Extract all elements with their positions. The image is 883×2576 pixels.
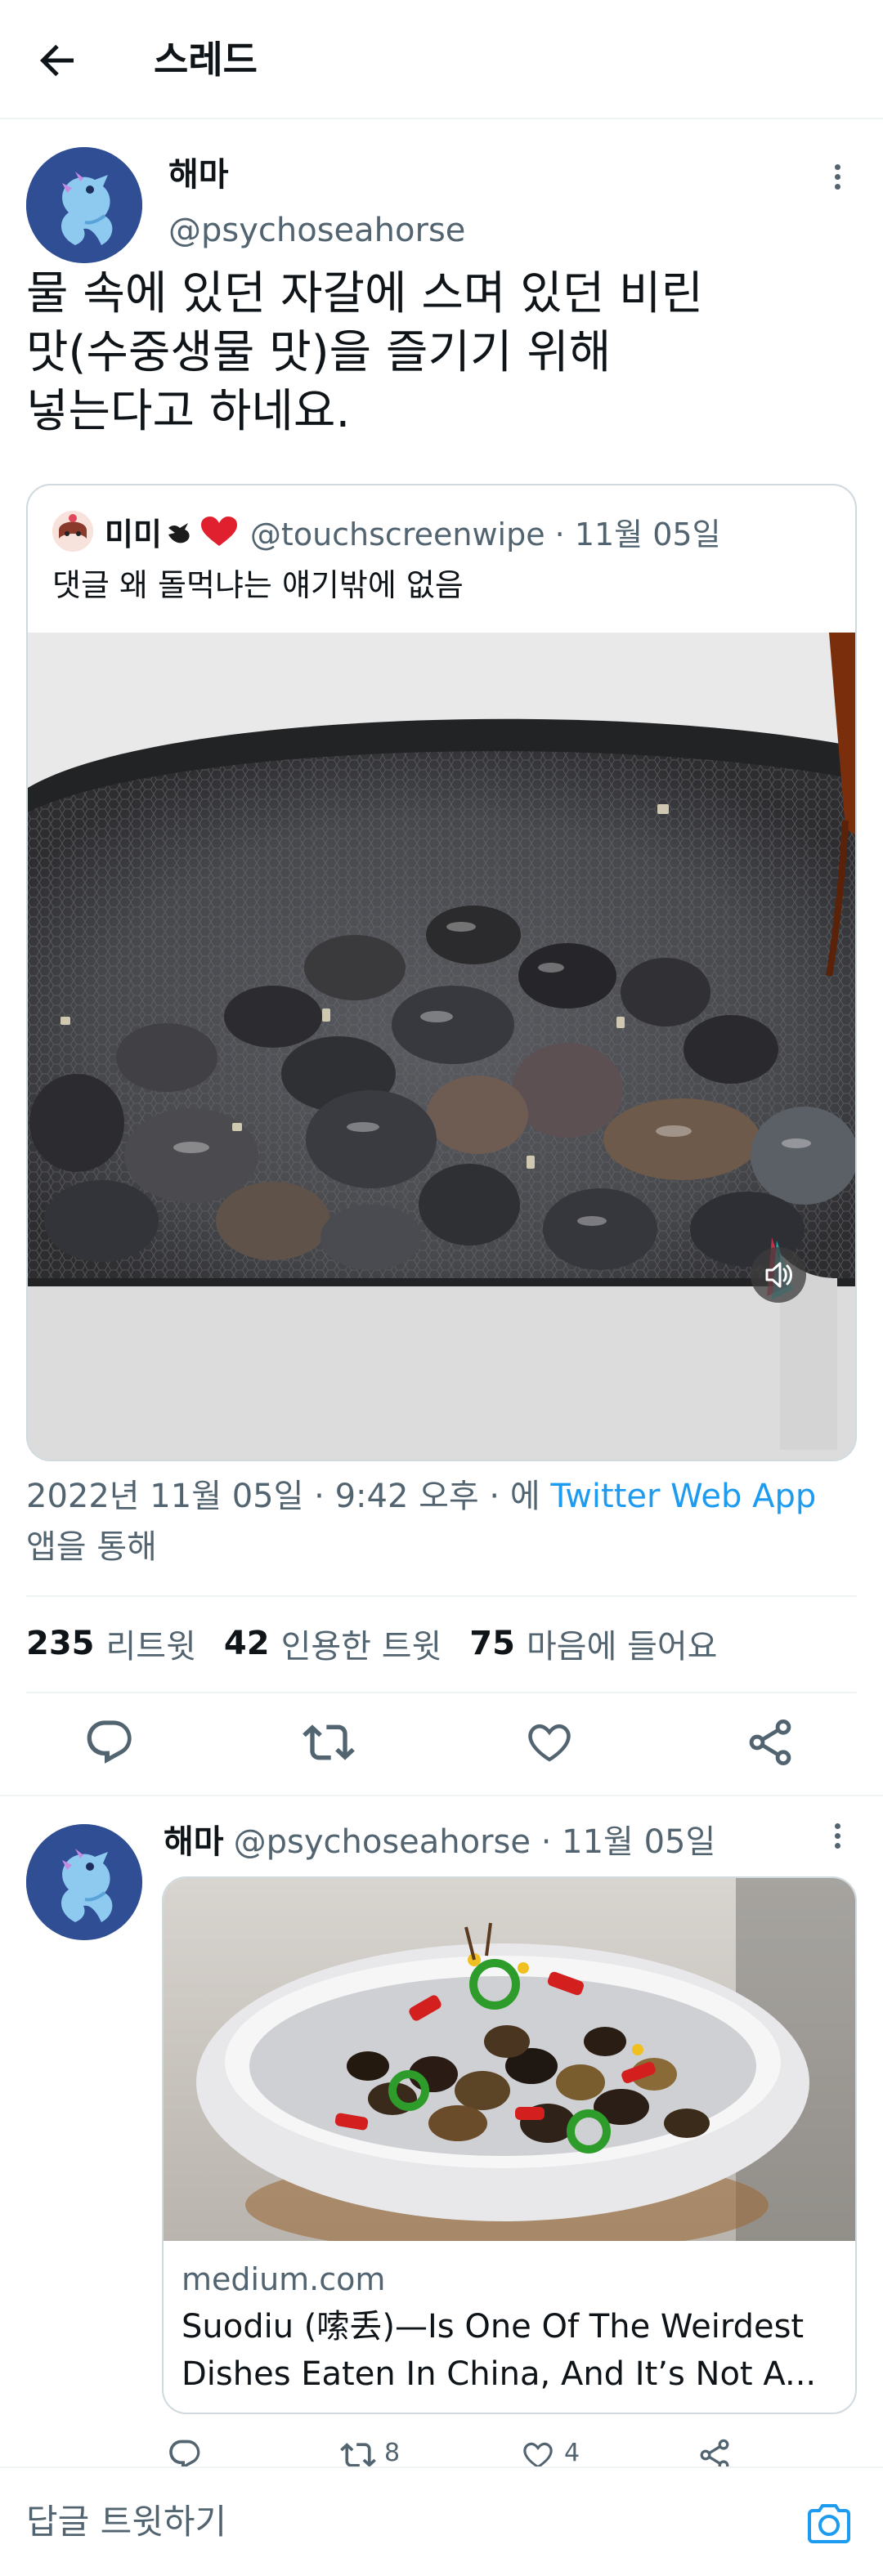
reply-compose-bar: 답글 트윗하기 <box>0 2466 883 2576</box>
retweet-label[interactable]: 리트윗 <box>106 1620 196 1667</box>
tweet-text: 물 속에 있던 자갈에 스며 있던 비린 맛(수중생물 맛)을 즐기기 위해 넣… <box>26 267 704 438</box>
like-count[interactable]: 75 <box>469 1625 515 1662</box>
quote-count[interactable]: 42 <box>224 1625 270 1662</box>
reply-like-count: 4 <box>564 2439 580 2467</box>
reply-input[interactable]: 답글 트윗하기 <box>26 2498 226 2547</box>
tweet-stats: 235 리트윗 42 인용한 트윗 75 마음에 들어요 <box>26 1615 745 1672</box>
reply-header: 해마 @psychoseahorse · 11월 05일 <box>164 1814 715 1863</box>
link-title: Suodiu (嗦丢)—Is One Of The Weirdest Dishe… <box>182 2303 845 2398</box>
divider <box>26 1595 857 1597</box>
quoted-tweet-header: 미미 @touchscreenwipe · 11월 05일 <box>52 508 837 554</box>
bird-heart-emoji-icon <box>165 513 239 549</box>
volume-icon[interactable] <box>751 1247 806 1303</box>
more-options-icon[interactable] <box>821 1819 854 1860</box>
page-title: 스레드 <box>154 38 258 82</box>
quoted-author-name: 미미 <box>105 516 162 552</box>
tweet-timestamp: 2022년 11월 05일 · 9:42 오후 · 에 Twitter Web … <box>26 1471 860 1572</box>
top-bar: 스레드 <box>0 0 883 119</box>
reply-icon[interactable] <box>83 1716 136 1769</box>
avatar[interactable] <box>26 147 142 263</box>
reply-icon[interactable] <box>167 2437 203 2470</box>
share-icon[interactable] <box>744 1716 796 1769</box>
author-name[interactable]: 해마 <box>168 152 229 198</box>
quote-label[interactable]: 인용한 트윗 <box>281 1620 442 1667</box>
like-icon[interactable] <box>523 1716 576 1769</box>
link-title-line: Suodiu (嗦丢)—Is One Of The Weirdest <box>182 2308 805 2346</box>
quoted-tweet-text: 댓글 왜 돌먹냐는 얘기밖에 없음 <box>52 567 464 603</box>
camera-icon[interactable] <box>805 2502 854 2545</box>
quoted-tweet-card[interactable]: 미미 @touchscreenwipe · 11월 05일 댓글 왜 돌먹냐는 … <box>26 484 857 1461</box>
timestamp-text: 2022년 11월 05일 · 9:42 오후 · 에 <box>26 1478 551 1515</box>
author-handle[interactable]: @psychoseahorse <box>168 208 465 253</box>
link-domain: medium.com <box>182 2261 386 2297</box>
retweet-count[interactable]: 235 <box>26 1625 95 1662</box>
link-title-line: Dishes Eaten In China, And It’s Not A... <box>182 2355 817 2393</box>
reply-action-bar: 8 4 <box>164 2437 858 2470</box>
back-arrow-icon[interactable] <box>33 36 82 85</box>
source-suffix: 앱을 통해 <box>26 1528 157 1566</box>
quoted-handle-date: @touchscreenwipe · 11월 05일 <box>249 516 721 552</box>
like-label[interactable]: 마음에 들어요 <box>527 1620 718 1667</box>
reply-retweet-count: 8 <box>384 2439 401 2467</box>
like-icon[interactable]: 4 <box>520 2437 580 2470</box>
link-preview-card[interactable]: medium.com Suodiu (嗦丢)—Is One Of The Wei… <box>162 1876 857 2414</box>
source-app-link[interactable]: Twitter Web App <box>550 1478 816 1515</box>
reply-author-name[interactable]: 해마 <box>164 1815 224 1863</box>
divider <box>0 1795 883 1796</box>
share-icon[interactable] <box>697 2437 733 2470</box>
quoted-avatar <box>52 511 93 552</box>
more-options-icon[interactable] <box>821 160 854 201</box>
link-preview-image <box>164 1878 855 2241</box>
retweet-icon[interactable] <box>303 1716 355 1769</box>
divider <box>26 1692 857 1693</box>
avatar[interactable] <box>26 1824 142 1940</box>
retweet-icon[interactable]: 8 <box>340 2437 400 2470</box>
reply-handle-date[interactable]: @psychoseahorse · 11월 05일 <box>234 1815 716 1863</box>
quoted-video[interactable] <box>28 633 855 1460</box>
